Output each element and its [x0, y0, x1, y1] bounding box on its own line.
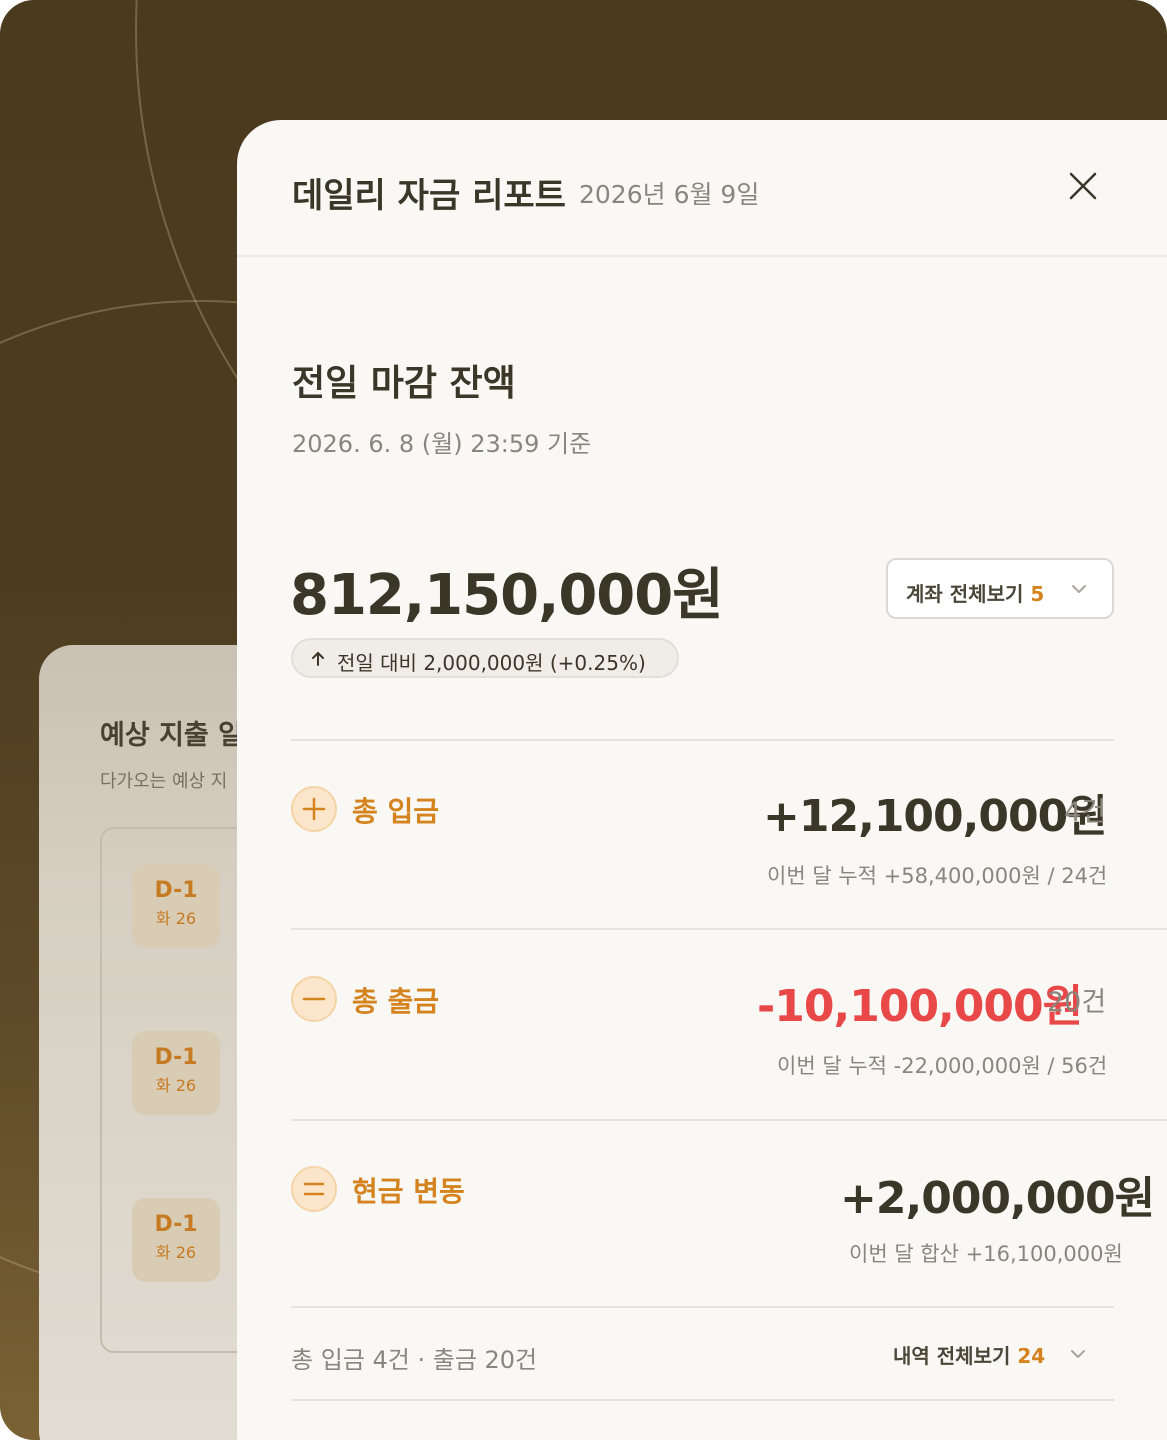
modal-title: 데일리 자금 리포트 — [292, 176, 566, 216]
dday-label: D-1 — [154, 878, 198, 903]
dday-badge[interactable]: D-1 화 26 — [132, 864, 220, 948]
modal-header: 데일리 자금 리포트 2026년 6월 9일 — [237, 120, 1167, 257]
withdrawal-label: 총 출금 — [352, 985, 440, 1018]
modal-date: 2026년 6월 9일 — [579, 180, 760, 209]
minus-icon — [302, 997, 326, 1001]
chevron-down-icon[interactable] — [1069, 1345, 1087, 1363]
panel-title: 예상 지출 일 — [100, 720, 243, 751]
withdrawal-amount: -10,100,000원 — [757, 981, 1083, 1032]
accounts-count: 5 — [1030, 582, 1045, 606]
withdrawal-row-icon — [291, 976, 337, 1022]
accounts-button-label: 계좌 전체보기 5 — [906, 578, 1044, 607]
balance-amount: 812,150,000원 — [290, 563, 724, 628]
close-icon — [1069, 172, 1097, 200]
plus-icon — [302, 797, 326, 821]
balance-title: 전일 마감 잔액 — [292, 363, 516, 404]
accounts-button-text: 계좌 전체보기 — [906, 582, 1024, 606]
footer-summary: 총 입금 4건 · 출금 20건 — [291, 1346, 538, 1374]
dday-weekday: 화 26 — [155, 1243, 197, 1262]
accounts-view-all-button[interactable]: 계좌 전체보기 5 — [886, 558, 1114, 619]
withdrawal-count: 20건 — [1047, 987, 1107, 1018]
arrow-up-icon — [312, 652, 324, 666]
dday-label: D-1 — [154, 1045, 198, 1070]
deposit-monthly-sub: 이번 달 누적 +58,400,000원 / 24건 — [767, 864, 1108, 888]
daily-report-modal: 데일리 자금 리포트 2026년 6월 9일 전일 마감 잔액 2026. 6.… — [237, 120, 1167, 1440]
divider — [291, 739, 1114, 741]
history-count: 24 — [1017, 1344, 1046, 1368]
delta-badge: 전일 대비 2,000,000원 (+0.25%) — [291, 638, 679, 678]
net-monthly-sub: 이번 달 합산 +16,100,000원 — [849, 1242, 1123, 1266]
chevron-down-icon — [1072, 585, 1086, 593]
deposit-label: 총 입금 — [352, 795, 440, 828]
net-change-label: 현금 변동 — [352, 1175, 465, 1208]
panel-subtitle: 다가오는 예상 지 — [100, 771, 228, 792]
divider — [291, 928, 1167, 930]
deposit-row-icon — [291, 786, 337, 832]
deposit-count: 4건 — [1064, 797, 1107, 828]
divider — [291, 1119, 1167, 1121]
deposit-amount: +12,100,000원 — [763, 791, 1108, 842]
history-view-all-button[interactable]: 내역 전체보기 24 — [893, 1340, 1045, 1369]
dday-weekday: 화 26 — [155, 909, 197, 928]
balance-as-of: 2026. 6. 8 (월) 23:59 기준 — [292, 430, 592, 458]
divider — [291, 1399, 1114, 1401]
net-row-icon — [291, 1166, 337, 1212]
dday-weekday: 화 26 — [155, 1076, 197, 1095]
delta-text: 전일 대비 2,000,000원 (+0.25%) — [337, 651, 646, 675]
dday-label: D-1 — [154, 1212, 198, 1237]
withdrawal-monthly-sub: 이번 달 누적 -22,000,000원 / 56건 — [777, 1054, 1108, 1078]
dday-badge[interactable]: D-1 화 26 — [132, 1198, 220, 1282]
history-button-label: 내역 전체보기 — [893, 1344, 1011, 1368]
divider — [291, 1306, 1114, 1308]
equals-icon — [303, 1182, 325, 1196]
net-change-amount: +2,000,000원 — [840, 1173, 1155, 1224]
dday-badge[interactable]: D-1 화 26 — [132, 1031, 220, 1115]
close-button[interactable] — [1065, 168, 1101, 204]
